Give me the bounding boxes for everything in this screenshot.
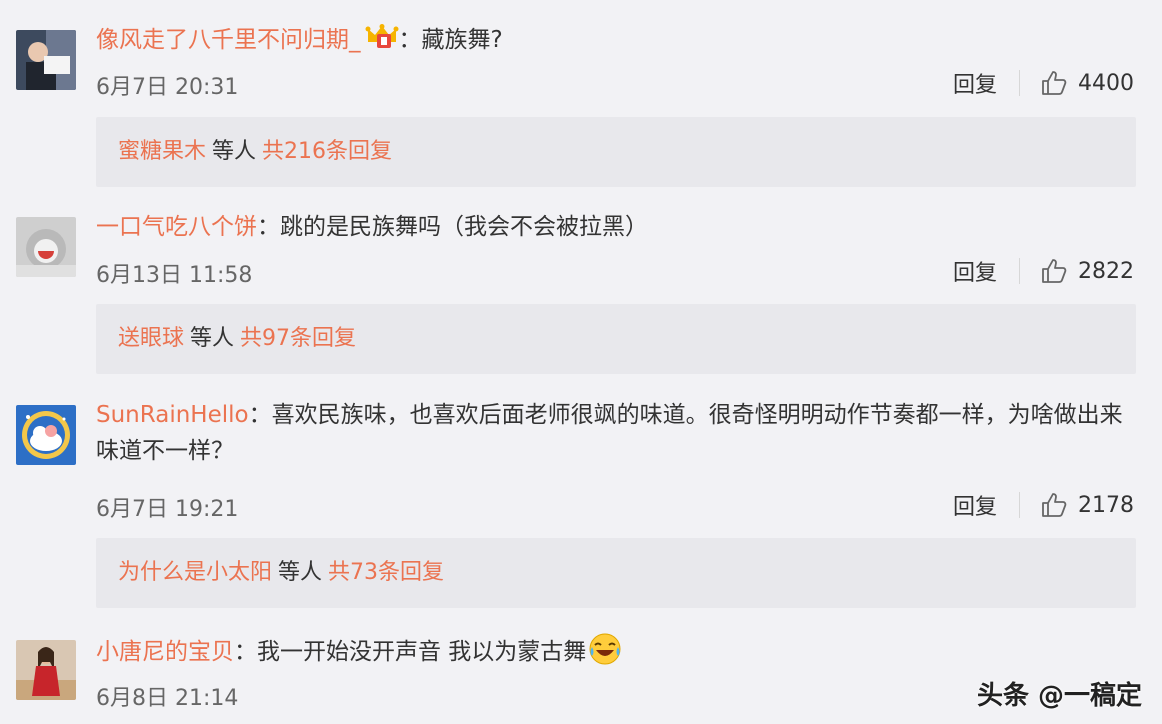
comment-actions: 回复 4400	[953, 67, 1134, 99]
sub-reply-etc: 等人	[278, 560, 323, 585]
sub-reply-user[interactable]: 蜜糖果木	[118, 139, 206, 164]
sub-reply-user[interactable]: 为什么是小太阳	[118, 560, 272, 585]
watermark: 头条 @一稿定	[976, 681, 1142, 711]
avatar[interactable]	[16, 30, 76, 90]
sub-replies-box[interactable]: 为什么是小太阳 等人 共73条回复	[96, 538, 1136, 608]
like-button[interactable]: 4400	[1040, 69, 1134, 97]
sub-reply-user[interactable]: 送眼球	[118, 326, 184, 351]
laugh-cry-emoji-icon	[588, 632, 622, 677]
comment-time: 6月13日 11:58	[96, 263, 253, 288]
avatar[interactable]	[16, 217, 76, 277]
comment-time: 6月7日 19:21	[96, 497, 239, 522]
avatar[interactable]	[16, 640, 76, 700]
username-link[interactable]: 一口气吃八个饼	[96, 214, 257, 240]
sub-reply-etc: 等人	[190, 326, 235, 351]
like-button[interactable]: 2822	[1040, 257, 1134, 285]
comment-line: SunRainHello：喜欢民族味，也喜欢后面老师很飒的味道。很奇怪明明动作节…	[96, 397, 1134, 469]
divider	[1019, 70, 1020, 96]
like-count: 2822	[1078, 258, 1134, 284]
colon: ：	[234, 639, 257, 665]
sub-reply-total-link[interactable]: 共216条回复	[262, 139, 392, 164]
comment-actions: 回复 2822	[953, 255, 1134, 287]
sub-replies-box[interactable]: 蜜糖果木 等人 共216条回复	[96, 117, 1136, 187]
colon: ：	[398, 27, 422, 53]
reply-button[interactable]: 回复	[953, 255, 997, 287]
like-count: 4400	[1078, 70, 1134, 96]
divider	[1019, 492, 1020, 518]
sub-reply-total-link[interactable]: 共73条回复	[328, 560, 444, 585]
comment-line: 小唐尼的宝贝：我一开始没开声音 我以为蒙古舞	[96, 632, 1134, 677]
colon: ：	[257, 214, 280, 240]
like-count: 2178	[1078, 492, 1134, 518]
comment-time: 6月7日 20:31	[96, 75, 239, 100]
sub-reply-etc: 等人	[212, 139, 257, 164]
sub-reply-total-link[interactable]: 共97条回复	[240, 326, 356, 351]
like-button[interactable]: 2178	[1040, 491, 1134, 519]
reply-button[interactable]: 回复	[953, 67, 997, 99]
comment-text: 我一开始没开声音 我以为蒙古舞	[257, 639, 587, 665]
vip-crown-badge-icon	[365, 24, 399, 61]
comment-text: 藏族舞?	[421, 27, 503, 53]
reply-button[interactable]: 回复	[953, 489, 997, 521]
sub-replies-box[interactable]: 送眼球 等人 共97条回复	[96, 304, 1136, 374]
comment-text: 跳的是民族舞吗（我会不会被拉黑）	[280, 214, 648, 240]
username-link[interactable]: SunRainHello	[96, 402, 249, 428]
comment-time: 6月8日 21:14	[96, 686, 239, 711]
thumbs-up-icon	[1042, 493, 1067, 517]
comment-actions: 回复 2178	[953, 489, 1134, 521]
comment-line: 一口气吃八个饼：跳的是民族舞吗（我会不会被拉黑）	[96, 209, 1134, 245]
comment-line: 像风走了八千里不问归期_ ：藏族舞?	[96, 22, 1134, 61]
avatar[interactable]	[16, 405, 76, 465]
username-link[interactable]: 小唐尼的宝贝	[96, 639, 234, 665]
divider	[1019, 258, 1020, 284]
username-link[interactable]: 像风走了八千里不问归期_	[96, 27, 361, 53]
thumbs-up-icon	[1042, 259, 1067, 283]
colon: ：	[248, 402, 272, 428]
thumbs-up-icon	[1042, 71, 1067, 95]
